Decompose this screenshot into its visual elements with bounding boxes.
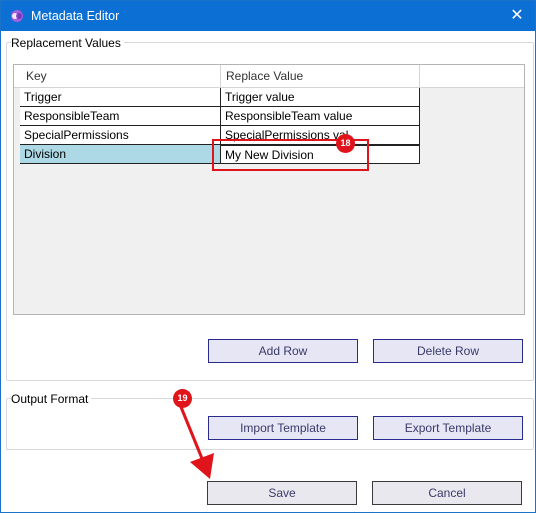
close-icon[interactable]: ✕: [499, 1, 535, 31]
value-cell[interactable]: ResponsibleTeam value: [221, 107, 420, 126]
annotation-arrow-icon: [179, 406, 214, 479]
column-header-replace-value[interactable]: Replace Value: [221, 65, 420, 87]
export-template-button[interactable]: Export Template: [373, 416, 523, 440]
metadata-editor-window: Metadata Editor ✕ Replacement Values Key…: [0, 0, 536, 513]
key-cell[interactable]: SpecialPermissions: [20, 126, 221, 145]
column-header-key[interactable]: Key: [14, 65, 221, 87]
table-row[interactable]: Trigger Trigger value: [14, 88, 524, 107]
replacement-values-label: Replacement Values: [11, 36, 124, 50]
delete-row-button[interactable]: Delete Row: [373, 339, 523, 363]
grid-header: Key Replace Value: [14, 65, 524, 88]
separator: [6, 449, 532, 450]
cancel-button[interactable]: Cancel: [372, 481, 522, 505]
table-row[interactable]: ResponsibleTeam ResponsibleTeam value: [14, 107, 524, 126]
window-title: Metadata Editor: [31, 9, 120, 23]
save-button[interactable]: Save: [207, 481, 357, 505]
value-cell[interactable]: Trigger value: [221, 88, 420, 107]
app-icon: [11, 10, 23, 22]
key-cell[interactable]: Trigger: [20, 88, 221, 107]
output-format-label: Output Format: [11, 392, 92, 406]
key-cell[interactable]: Division: [20, 145, 221, 164]
key-cell[interactable]: ResponsibleTeam: [20, 107, 221, 126]
import-template-button[interactable]: Import Template: [208, 416, 358, 440]
replacement-values-grid[interactable]: Key Replace Value Trigger Trigger value …: [13, 64, 525, 315]
title-bar[interactable]: Metadata Editor ✕: [1, 1, 535, 31]
step-18-badge: 18: [336, 134, 355, 153]
add-row-button[interactable]: Add Row: [208, 339, 358, 363]
